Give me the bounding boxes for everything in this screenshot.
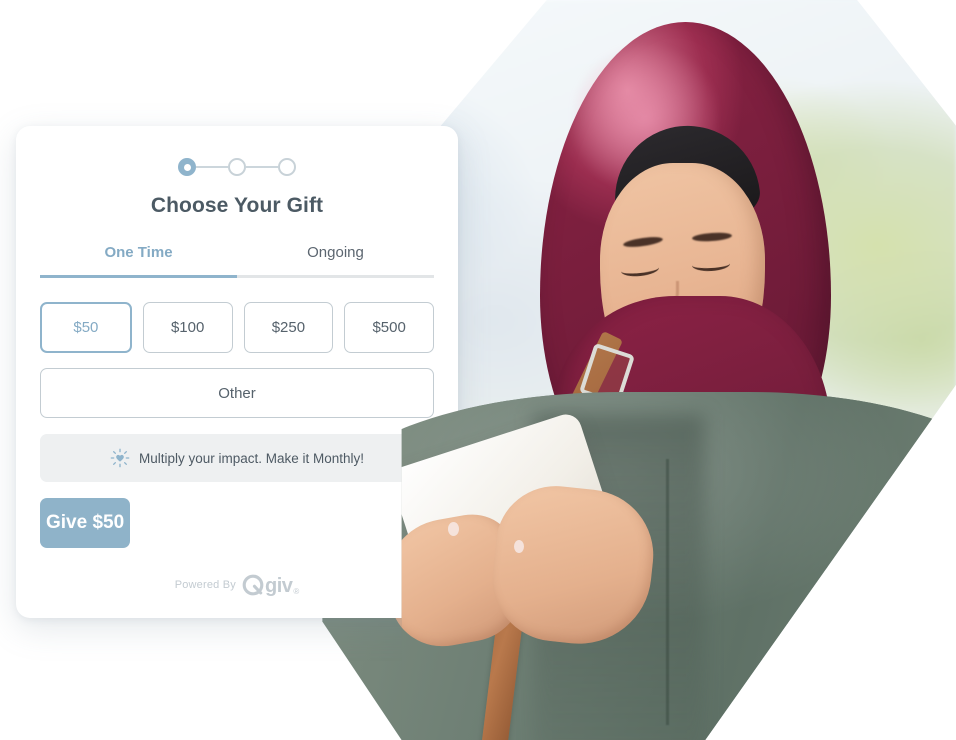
tab-underline-track: [40, 275, 434, 278]
step-dot-2[interactable]: [228, 158, 246, 176]
gift-frequency-tabs: One Time Ongoing: [40, 244, 434, 275]
amount-button-250[interactable]: $250: [243, 302, 334, 353]
amount-button-100[interactable]: $100: [142, 302, 233, 353]
eyebrow-right: [691, 231, 733, 243]
tab-one-time[interactable]: One Time: [40, 244, 237, 275]
amount-button-500[interactable]: $500: [344, 302, 434, 353]
registered-trademark-symbol: ®: [293, 587, 300, 596]
monthly-upsell-text: Multiply your impact. Make it Monthly!: [138, 450, 365, 466]
step-dot-1[interactable]: [178, 158, 196, 176]
qgiv-logo: giv ®: [242, 574, 299, 596]
tab-underline-active: [40, 275, 237, 278]
give-button[interactable]: Give $50: [40, 498, 131, 548]
qgiv-wordmark-text: giv: [265, 575, 293, 597]
page-title: Choose Your Gift: [150, 194, 324, 217]
eyebrow-left: [622, 235, 664, 250]
amount-button-50[interactable]: $50: [40, 302, 132, 353]
amount-button-other[interactable]: Other: [40, 368, 434, 418]
step-indicator: [16, 158, 458, 176]
fingernail-b: [513, 540, 524, 554]
step-dot-3[interactable]: [278, 158, 296, 176]
monthly-upsell-banner[interactable]: Multiply your impact. Make it Monthly!: [40, 434, 434, 482]
qgiv-q-mark: [242, 574, 264, 596]
step-connector-2: [246, 166, 278, 168]
eye-left: [620, 261, 660, 279]
sparkle-heart-icon: [110, 448, 130, 468]
fingernail-c: [599, 488, 610, 502]
donation-form-card: Choose Your Gift One Time Ongoing $50 $1…: [16, 126, 458, 618]
amount-options: $50 $100 $250 $500: [40, 302, 434, 353]
eye-right: [691, 257, 731, 273]
tab-ongoing[interactable]: Ongoing: [237, 244, 434, 275]
powered-by-footer: Powered By giv ®: [16, 574, 458, 596]
step-connector-1: [196, 166, 228, 168]
powered-by-label: Powered By: [174, 579, 236, 591]
